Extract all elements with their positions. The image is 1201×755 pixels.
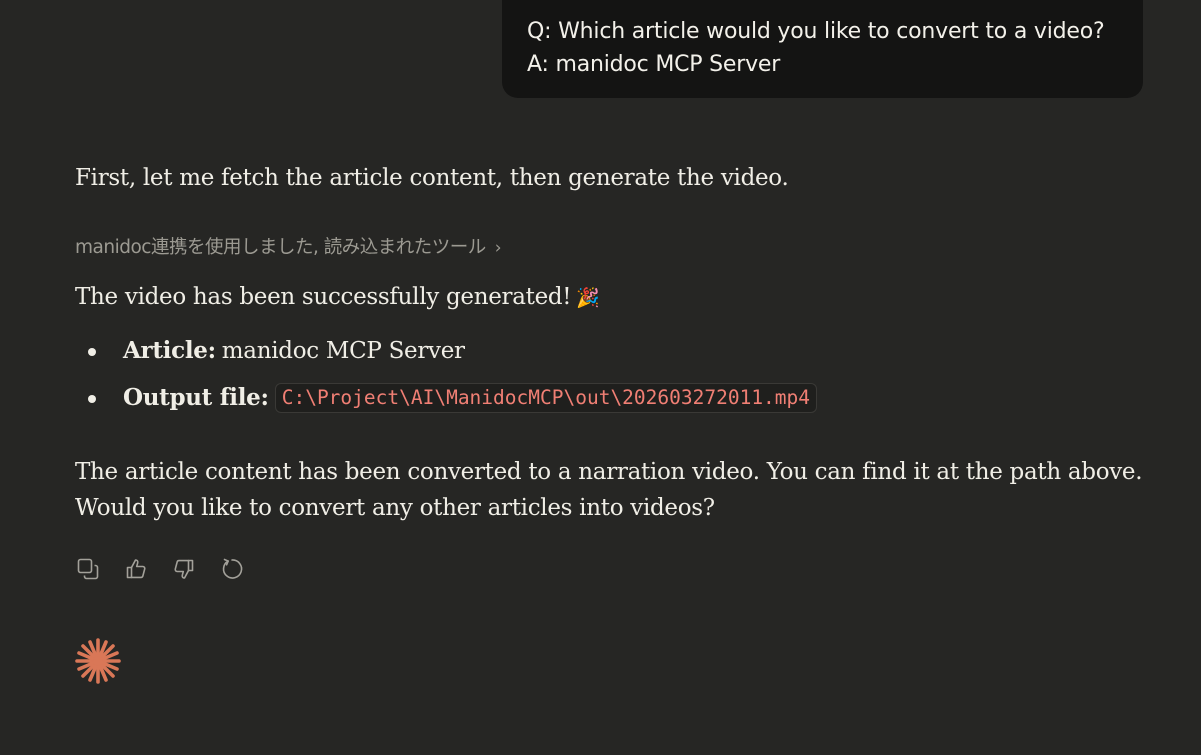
thumbs-down-button[interactable] xyxy=(171,556,196,581)
thumbs-down-icon xyxy=(173,559,193,579)
assistant-success-text: The video has been successfully generate… xyxy=(75,279,1145,316)
output-file-label: Output file: xyxy=(123,384,269,411)
outro-line-1: The article content has been converted t… xyxy=(75,459,1143,485)
user-message-question: Q: Which article would you like to conve… xyxy=(527,19,1105,44)
outro-line-2: Would you like to convert any other arti… xyxy=(75,495,715,521)
party-popper-icon: 🎉 xyxy=(576,287,600,309)
chevron-right-icon: › xyxy=(494,238,502,258)
user-message-answer: A: manidoc MCP Server xyxy=(527,52,781,77)
list-item-output-file: Output file: C:\Project\AI\ManidocMCP\out… xyxy=(75,380,818,427)
output-file-path[interactable]: C:\Project\AI\ManidocMCP\out\20260327201… xyxy=(274,383,818,413)
bullet-dot xyxy=(88,348,96,356)
article-label: Article: xyxy=(123,337,216,364)
result-list: Article: manidoc MCP Server Output file: C… xyxy=(75,333,818,427)
list-item-article: Article: manidoc MCP Server xyxy=(75,333,817,380)
article-value: manidoc MCP Server xyxy=(221,338,465,364)
retry-button[interactable] xyxy=(219,556,244,581)
tool-use-disclosure[interactable]: manidoc連携を使用しました, 読み込まれたツール › xyxy=(75,233,502,263)
thumbs-up-icon xyxy=(126,558,146,578)
assistant-intro-text: First, let me fetch the article content,… xyxy=(75,165,789,191)
assistant-outro-text: The article content has been converted t… xyxy=(75,454,1145,526)
copy-icon xyxy=(77,558,98,579)
copy-button[interactable] xyxy=(75,556,100,581)
claude-spark-icon xyxy=(75,638,121,684)
tool-use-label: manidoc連携を使用しました, 読み込まれたツール xyxy=(75,237,486,258)
user-message-bubble: Q: Which article would you like to conve… xyxy=(502,0,1143,98)
success-message: The video has been successfully generate… xyxy=(75,284,572,310)
bullet-dot xyxy=(88,395,96,403)
thumbs-up-button[interactable] xyxy=(123,556,148,581)
retry-icon xyxy=(222,558,242,579)
message-actions xyxy=(75,556,244,581)
